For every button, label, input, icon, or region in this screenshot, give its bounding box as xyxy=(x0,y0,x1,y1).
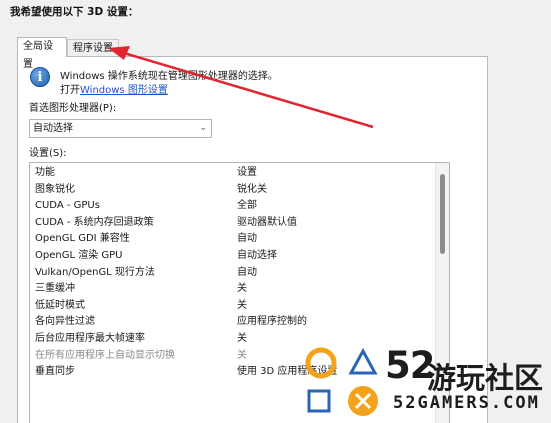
watermark-cn: 游玩社区 xyxy=(427,361,544,395)
wm-square-icon xyxy=(307,389,331,413)
wm-circle-icon xyxy=(305,347,337,379)
arrow-head xyxy=(108,46,130,60)
tab-global-settings[interactable]: 全局设置 xyxy=(17,37,67,70)
arrow-shaft xyxy=(123,51,374,129)
wm-triangle-icon xyxy=(348,347,378,375)
watermark-domain: 52GAMERS.COM xyxy=(393,393,540,413)
